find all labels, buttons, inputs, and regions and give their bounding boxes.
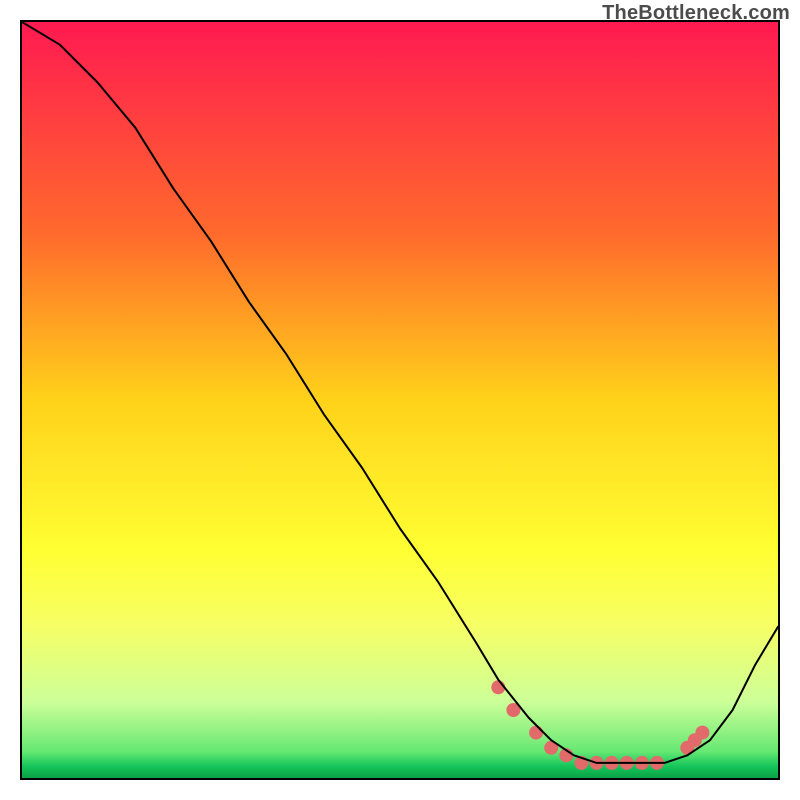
chart-svg xyxy=(22,22,778,778)
watermark-text: TheBottleneck.com xyxy=(602,2,790,25)
chart-frame: TheBottleneck.com xyxy=(0,0,800,800)
marker-dot xyxy=(695,726,709,740)
marker-dot xyxy=(529,726,543,740)
gradient-background xyxy=(22,22,778,778)
plot-area xyxy=(20,20,780,780)
